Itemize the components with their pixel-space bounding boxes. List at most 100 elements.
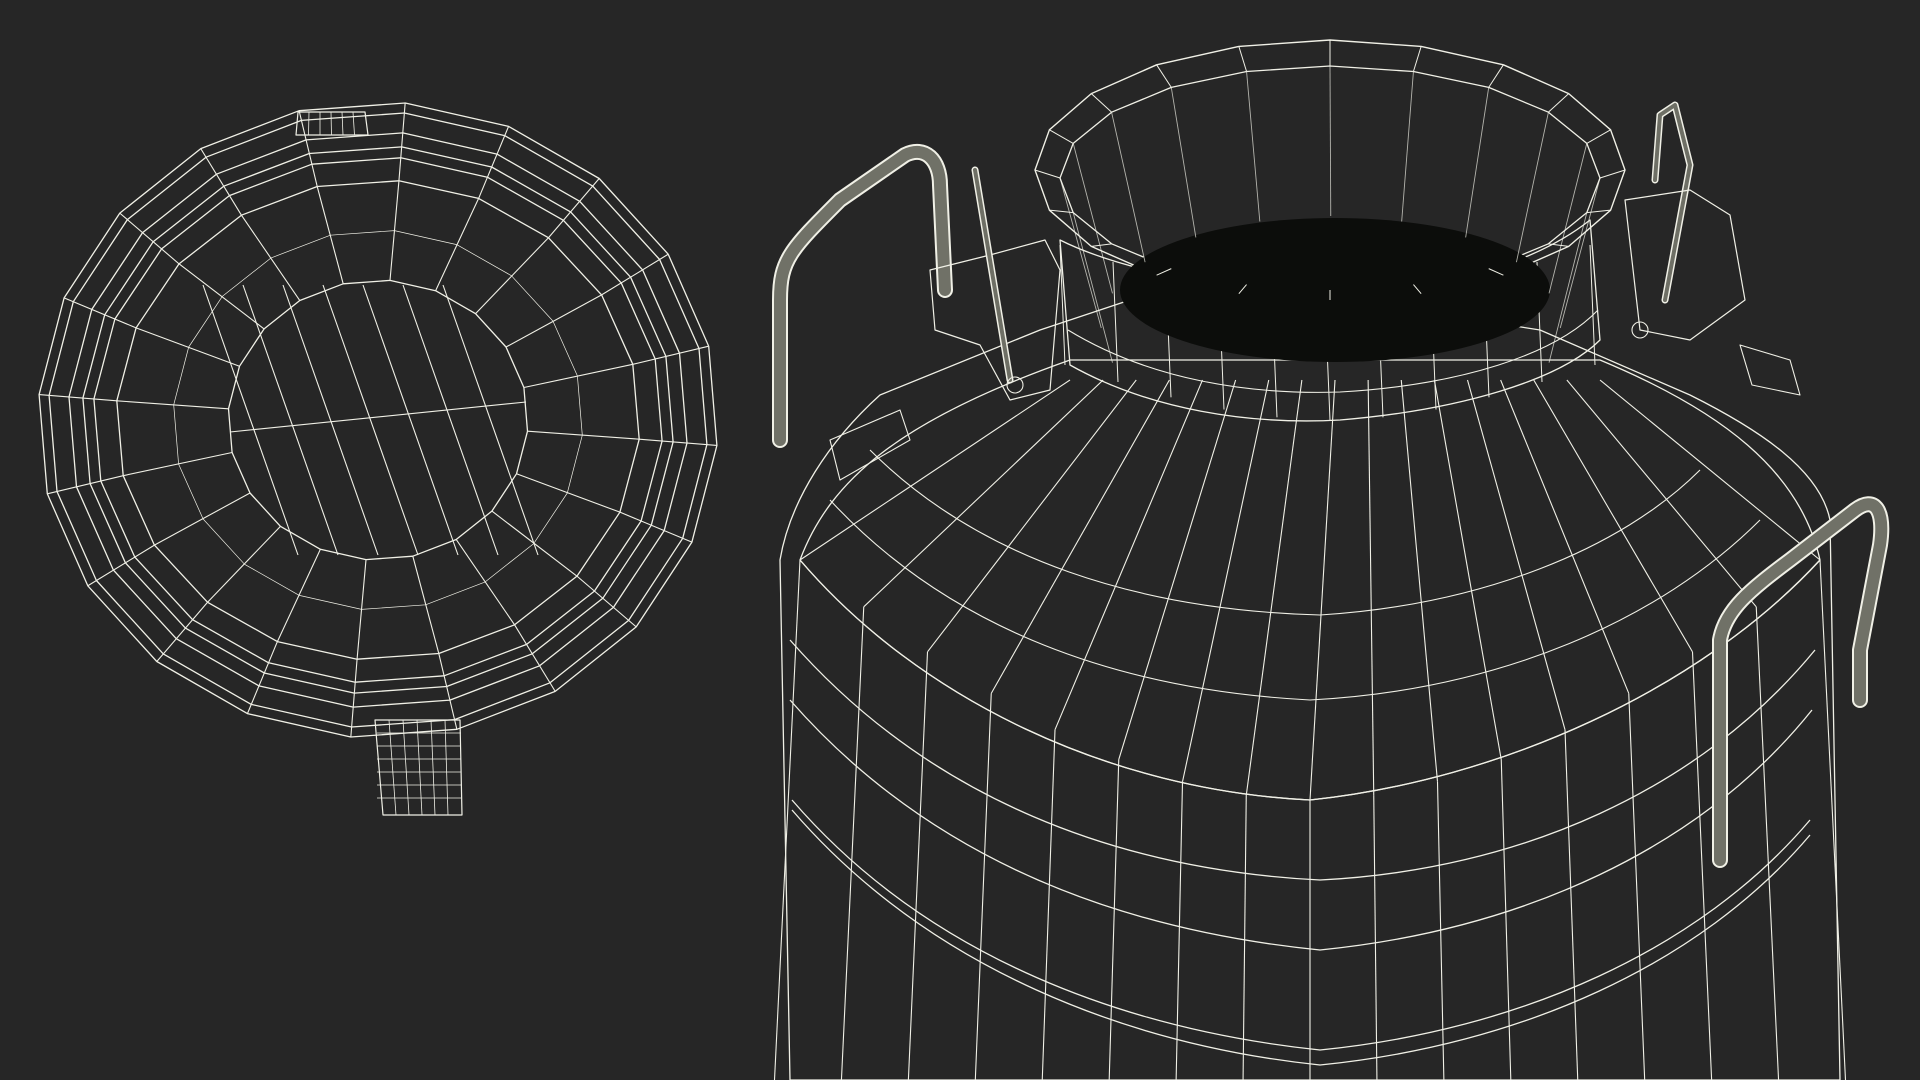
can-body-ring [789, 699, 1813, 951]
can-rim-wire [1586, 209, 1611, 214]
can-inner-wall-wire [1072, 143, 1113, 294]
lid-tab-top-wire [341, 111, 344, 136]
lid-tab-top-wire [352, 111, 355, 136]
lid-ring [116, 180, 640, 660]
lid-center-wire [242, 284, 339, 556]
can-interior-opening [1120, 218, 1550, 362]
can-rim-wire [1548, 93, 1569, 113]
lid-spoke [47, 475, 124, 495]
lid-tab-top [295, 111, 369, 136]
can-shoulder-meridian [1054, 379, 1204, 730]
can-body-meridian [974, 693, 992, 1080]
can-inner-wall-wire [1170, 87, 1197, 238]
can-inner-wall-wire [1329, 65, 1332, 217]
can-inner-wall-wire [1059, 177, 1102, 329]
lid-tab-top-wire [330, 111, 332, 136]
milk-can-lid [38, 102, 718, 816]
lid-spoke [87, 544, 155, 587]
lid-center-wire [362, 284, 459, 556]
can-inner-wall-wire [1559, 177, 1601, 329]
can-shoulder-meridian [799, 379, 1071, 561]
can-shoulder-meridian [1309, 379, 1336, 801]
lid-spoke [39, 394, 117, 402]
lid-ring [48, 112, 708, 728]
can-rim-wire [1238, 46, 1248, 72]
can-rim-wire [1586, 129, 1611, 144]
can-body-ring [791, 799, 1811, 1051]
lid-center-wire [402, 284, 499, 556]
lid-center-wire [229, 401, 527, 433]
can-rim-wire [1156, 64, 1172, 88]
lid-spoke [135, 327, 240, 367]
lid-ring [68, 132, 688, 708]
lid-center-wire [282, 284, 379, 556]
lid-spoke [119, 212, 180, 265]
can-body-meridian [907, 651, 929, 1080]
can-shoulder-meridian [1599, 379, 1821, 561]
can-inner-wall-wire [1401, 71, 1414, 222]
can-shoulder-meridian [1533, 379, 1693, 653]
can-body-ring [791, 809, 1811, 1066]
lid-ring [82, 146, 674, 694]
milk-can-body [772, 39, 1890, 1080]
can-body-meridian [1175, 781, 1184, 1080]
can-inner-wall-wire [1111, 112, 1146, 263]
lid-spoke [505, 294, 602, 348]
can-body-meridian [840, 606, 865, 1080]
can-neck-meridian [1112, 261, 1119, 383]
can-inner-wall-wire [1548, 143, 1588, 294]
can-shoulder-meridian [1400, 379, 1439, 782]
can-body-meridian [1242, 795, 1247, 1080]
can-rim-wire [1412, 46, 1422, 72]
lid-spoke [639, 438, 717, 446]
can-body-meridian [773, 559, 801, 1080]
lid-tab-top-wire [308, 111, 310, 136]
lid-center-wire [442, 284, 539, 556]
can-body-meridian [1041, 729, 1056, 1080]
can-inner-wall-wire [1072, 212, 1113, 363]
can-body-ring [789, 639, 1816, 881]
can-inner-wall-wire [1515, 112, 1549, 263]
can-left-latch-tab [829, 409, 911, 481]
lid-spoke [398, 102, 406, 181]
can-rim-wire [1091, 93, 1112, 113]
lid-spoke [116, 400, 229, 410]
can-right-handle [1714, 498, 1888, 866]
can-body-meridian [1373, 795, 1378, 1080]
lid-spoke [246, 641, 278, 714]
can-right-latch-tab [1739, 344, 1801, 396]
can-inner-wall-wire [1246, 71, 1261, 222]
can-left-latch-pin [1006, 376, 1024, 394]
can-shoulder-meridian [1245, 379, 1303, 796]
lid-tab-bottom-wire [444, 719, 449, 816]
can-right-latch-bracket [1624, 189, 1746, 341]
can-shoulder-meridian [1433, 379, 1502, 760]
can-body-meridian [1628, 693, 1646, 1080]
can-body-meridian [1500, 759, 1512, 1080]
lid-ring-mid [173, 230, 583, 610]
lid-spoke [516, 473, 621, 513]
lid-tab-bottom-wire [416, 719, 423, 816]
lid-center-wire [322, 284, 419, 556]
lid-ring [227, 279, 529, 561]
lid-spoke [154, 492, 251, 546]
lid-spoke [527, 430, 640, 440]
lid-spoke [298, 110, 318, 187]
lid-tab-bottom-wire [402, 719, 410, 816]
can-rim-wire [1049, 129, 1074, 144]
lid-ring [93, 157, 663, 683]
can-shoulder-ring [869, 449, 1701, 616]
can-body-meridian [1564, 729, 1579, 1080]
can-body-meridian [1108, 759, 1120, 1080]
can-shoulder-meridian [990, 379, 1170, 694]
can-rim-wire [1488, 64, 1504, 88]
can-shoulder-meridian [1367, 379, 1375, 796]
can-left-latch-lever-fill [973, 168, 1012, 382]
can-body-meridian [1755, 606, 1780, 1080]
lid-ring [38, 102, 718, 738]
lid-spoke [207, 525, 281, 603]
can-rim-wire [1034, 169, 1061, 179]
can-shoulder-meridian [1566, 379, 1757, 608]
lid-spoke [475, 237, 549, 315]
lid-center-wire [202, 284, 299, 556]
